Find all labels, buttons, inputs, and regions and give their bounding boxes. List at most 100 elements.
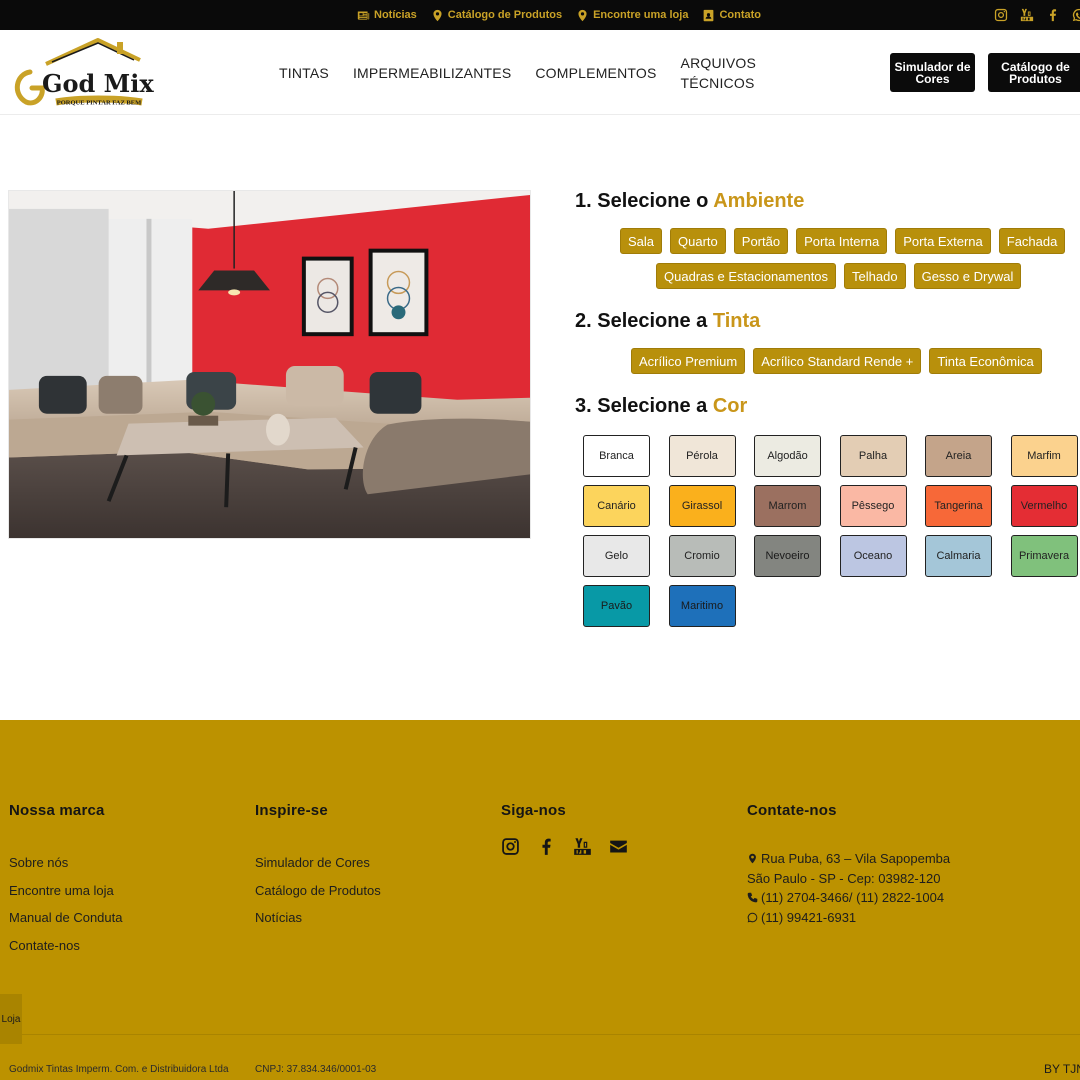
room-preview-image xyxy=(8,190,531,539)
top-link-noticias[interactable]: Notícias xyxy=(357,9,417,22)
nav-impermeabilizantes[interactable]: IMPERMEABILIZANTES xyxy=(353,63,511,83)
ambiente-option[interactable]: Porta Externa xyxy=(895,228,991,254)
phone-numbers[interactable]: (11) 2704-3466/ (11) 2822-1004 xyxy=(761,888,944,908)
top-nav: Notícias Catálogo de Produtos Encontre u… xyxy=(0,0,1080,30)
logo-tagline: PORQUE PINTAR FAZ BEM xyxy=(57,100,141,107)
ambiente-option[interactable]: Porta Interna xyxy=(796,228,888,254)
top-link-contato[interactable]: Contato xyxy=(702,9,761,22)
footer-phone-line: (11) 2704-3466/ (11) 2822-1004 xyxy=(747,888,950,908)
color-swatch[interactable]: Girassol xyxy=(668,485,736,527)
footer-link[interactable]: Manual de Conduta xyxy=(9,904,122,932)
facebook-icon[interactable] xyxy=(1046,8,1060,22)
tinta-option[interactable]: Acrílico Premium xyxy=(631,348,746,374)
nav-tintas[interactable]: TINTAS xyxy=(279,63,329,83)
ambiente-option[interactable]: Quarto xyxy=(670,228,726,254)
footer-col-inspire: Inspire-se Simulador de Cores Catálogo d… xyxy=(255,802,381,932)
simulador-cores-button[interactable]: Simulador de Cores xyxy=(890,53,975,92)
color-swatch[interactable]: Vermelho xyxy=(1010,485,1078,527)
whatsapp-icon xyxy=(747,912,758,923)
color-swatch[interactable]: Palha xyxy=(839,435,907,477)
footer-link[interactable]: Simulador de Cores xyxy=(255,849,381,877)
map-marker-icon xyxy=(433,9,442,21)
footer-address-line: Rua Puba, 63 – Vila Sapopemba xyxy=(747,849,950,869)
color-swatch[interactable]: Pavão xyxy=(583,585,650,627)
color-swatch[interactable]: Marrom xyxy=(754,485,821,527)
ambiente-option[interactable]: Fachada xyxy=(998,228,1066,254)
page: Notícias Catálogo de Produtos Encontre u… xyxy=(0,0,1080,1080)
footer-col-siga: Siga-nos xyxy=(501,802,628,856)
color-swatch-grid: Branca Pérola Algodão Palha Areia Marfim Canár… xyxy=(583,435,1080,627)
footer-col-contate: Contate-nos Rua Puba, 63 – Vila Sapopemb… xyxy=(747,802,950,927)
footer-divider xyxy=(0,1034,1080,1035)
color-swatch[interactable]: Areia xyxy=(925,435,992,477)
color-swatch[interactable]: Branca xyxy=(583,435,650,477)
color-swatch[interactable]: Primavera xyxy=(1010,535,1078,577)
envelope-icon[interactable] xyxy=(609,837,628,856)
instagram-icon[interactable] xyxy=(501,837,520,856)
nav-arquivos-tecnicos[interactable]: ARQUIVOS TÉCNICOS xyxy=(681,53,761,93)
tinta-option[interactable]: Acrílico Standard Rende + xyxy=(753,348,922,374)
footer-heading: Nossa marca xyxy=(9,802,105,819)
godmix-logo[interactable]: God Mix PORQUE PINTAR FAZ BEM xyxy=(8,32,158,112)
step-prefix: 2. Selecione a xyxy=(575,310,708,332)
tinta-option[interactable]: Tinta Econômica xyxy=(929,348,1042,374)
color-swatch[interactable]: Calmaria xyxy=(925,535,992,577)
step-prefix: 1. Selecione o xyxy=(575,190,709,212)
ambiente-option[interactable]: Gesso e Drywal xyxy=(913,263,1022,289)
tinta-row: Acrílico Premium Acrílico Standard Rende… xyxy=(631,348,1042,374)
footer-heading: Inspire-se xyxy=(255,802,328,819)
color-swatch[interactable]: Gelo xyxy=(583,535,650,577)
footer-link[interactable]: Catálogo de Produtos xyxy=(255,877,381,905)
ambiente-option[interactable]: Portão xyxy=(733,228,789,254)
footer-heading: Contate-nos xyxy=(747,802,837,819)
whatsapp-number[interactable]: (11) 99421-6931 xyxy=(761,908,856,928)
color-swatch[interactable]: Algodão xyxy=(754,435,821,477)
top-link-encontre-loja[interactable]: Encontre uma loja xyxy=(576,9,688,22)
ambiente-option[interactable]: Telhado xyxy=(844,263,906,289)
footer-social xyxy=(501,837,628,856)
logo-text: God Mix xyxy=(42,69,154,98)
contact-card-icon xyxy=(704,9,714,21)
step-cor-title: 3. Selecione a Cor xyxy=(575,395,747,418)
color-swatch[interactable]: Nevoeiro xyxy=(754,535,821,577)
footer: Nossa marca Sobre nós Encontre uma loja … xyxy=(0,720,1080,1080)
ambiente-option[interactable]: Sala xyxy=(620,228,663,254)
step-tinta-title: 2. Selecione a Tinta xyxy=(575,310,760,333)
youtube-icon[interactable] xyxy=(1020,8,1034,22)
color-swatch[interactable]: Marfim xyxy=(1010,435,1078,477)
color-swatch[interactable]: Maritimo xyxy=(668,585,736,627)
header: God Mix PORQUE PINTAR FAZ BEM TINTAS IMP… xyxy=(0,30,1080,115)
youtube-icon[interactable] xyxy=(573,837,592,856)
whatsapp-icon[interactable] xyxy=(1072,8,1080,22)
top-link-catalogo[interactable]: Catálogo de Produtos xyxy=(431,9,562,22)
top-social xyxy=(994,0,1080,30)
company-cnpj: CNPJ: 37.834.346/0001-03 xyxy=(255,1064,377,1075)
instagram-icon[interactable] xyxy=(994,8,1008,22)
step-prefix: 3. Selecione a xyxy=(575,395,708,417)
footer-link[interactable]: Encontre uma loja xyxy=(9,877,122,905)
footer-link[interactable]: Notícias xyxy=(255,904,381,932)
ambiente-option[interactable]: Quadras e Estacionamentos xyxy=(656,263,837,289)
loja-tab[interactable]: Loja xyxy=(0,994,22,1044)
map-marker-icon xyxy=(578,9,587,21)
step-highlight: Cor xyxy=(712,395,748,417)
color-swatch[interactable]: Tangerina xyxy=(925,485,992,527)
footer-col-marca: Nossa marca Sobre nós Encontre uma loja … xyxy=(9,802,122,959)
step-ambiente-title: 1. Selecione o Ambiente xyxy=(575,190,804,213)
nav-complementos[interactable]: COMPLEMENTOS xyxy=(535,63,656,83)
footer-link[interactable]: Sobre nós xyxy=(9,849,122,877)
facebook-icon[interactable] xyxy=(537,837,556,856)
color-swatch[interactable]: Pêssego xyxy=(839,485,907,527)
developer-credit[interactable]: BY TJN xyxy=(1044,1062,1080,1076)
step-highlight: Ambiente xyxy=(713,190,805,212)
color-swatch[interactable]: Pérola xyxy=(668,435,736,477)
color-swatch[interactable]: Oceano xyxy=(839,535,907,577)
color-swatch[interactable]: Canário xyxy=(583,485,650,527)
color-swatch[interactable]: Cromio xyxy=(668,535,736,577)
phone-icon xyxy=(747,892,758,903)
main-nav: TINTAS IMPERMEABILIZANTES COMPLEMENTOS A… xyxy=(279,30,785,115)
company-name: Godmix Tintas Imperm. Com. e Distribuido… xyxy=(9,1064,229,1075)
footer-link[interactable]: Contate-nos xyxy=(9,932,122,960)
map-marker-icon xyxy=(749,853,756,864)
catalogo-produtos-button[interactable]: Catálogo de Produtos xyxy=(988,53,1080,92)
